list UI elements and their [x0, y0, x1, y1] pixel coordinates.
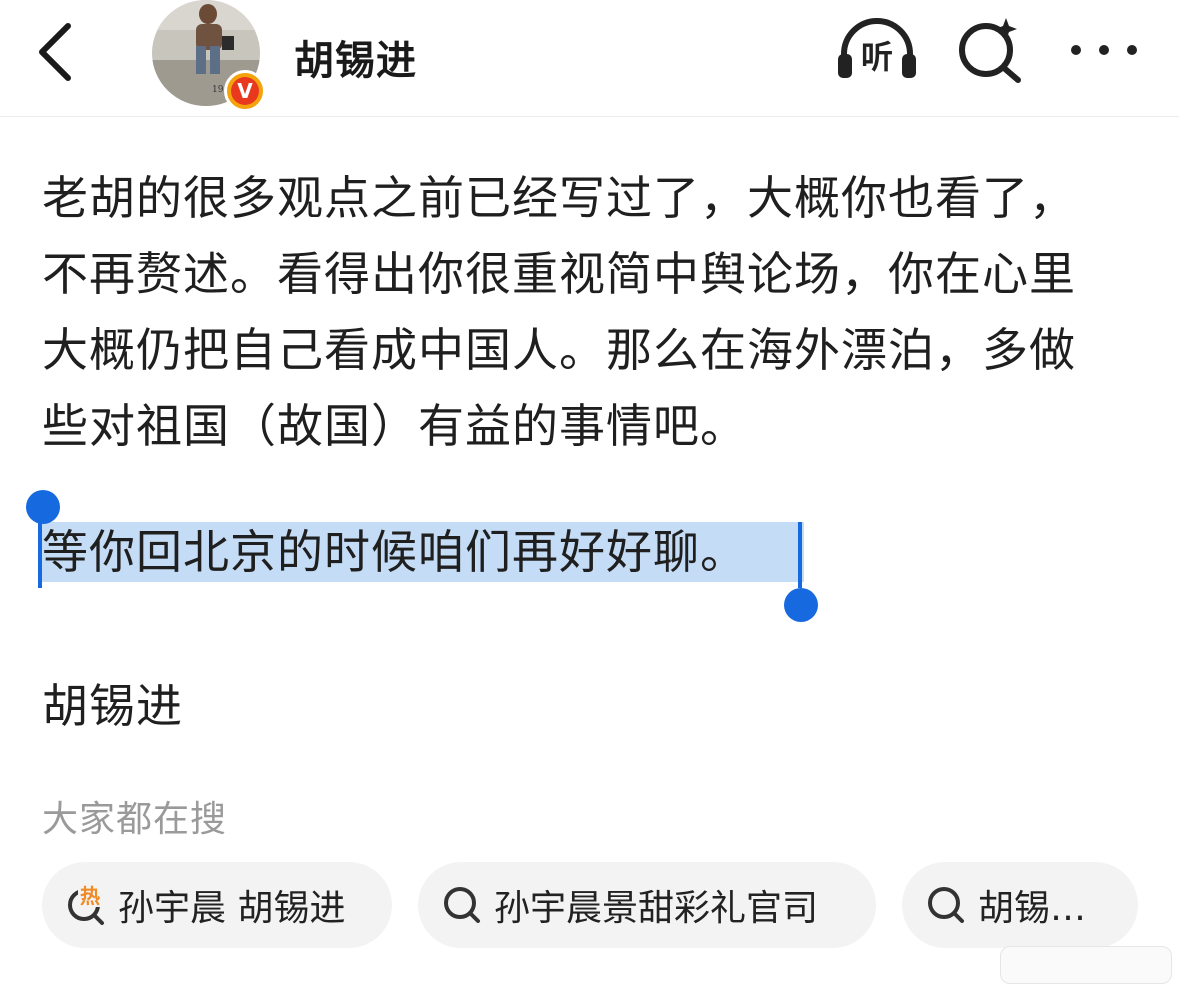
selection-handle-start[interactable]	[26, 490, 60, 524]
listen-label: 听	[860, 38, 893, 76]
listen-button[interactable]: 听	[834, 14, 920, 84]
top-bar: 19 V 胡锡进 听	[0, 0, 1179, 117]
trending-chip[interactable]: 胡锡…	[902, 862, 1138, 948]
hot-search-icon: 热	[68, 883, 104, 925]
page-title: 胡锡进	[294, 38, 417, 84]
selection-caret-end[interactable]	[798, 522, 802, 588]
search-icon	[928, 887, 964, 923]
text-selection[interactable]: 等你回北京的时候咱们再好好聊。	[26, 490, 830, 622]
bottom-handle	[1000, 946, 1172, 984]
trending-label: 大家都在搜	[42, 799, 228, 840]
trending-chip-label: 胡锡…	[978, 888, 1087, 929]
avatar-caption: 19	[212, 85, 224, 95]
more-options-icon[interactable]	[1068, 30, 1140, 70]
search-sparkle-icon[interactable]	[956, 16, 1024, 84]
selected-text[interactable]: 等你回北京的时候咱们再好好聊。	[40, 522, 804, 582]
back-arrow-icon[interactable]	[30, 20, 82, 84]
svg-text:热: 热	[80, 884, 100, 908]
trending-chip-label: 孙宇晨景甜彩礼官司	[494, 888, 819, 929]
trending-chip[interactable]: 热 孙宇晨 胡锡进	[42, 862, 392, 948]
avatar[interactable]: 19 V	[152, 0, 272, 112]
verified-badge-icon: V	[224, 70, 266, 112]
selection-caret-start[interactable]	[38, 522, 42, 588]
trending-chip[interactable]: 孙宇晨景甜彩礼官司	[418, 862, 876, 948]
search-icon	[444, 887, 480, 923]
post-body: 老胡的很多观点之前已经写过了，大概你也看了，不再赘述。看得出你很重视简中舆论场，…	[42, 160, 1122, 464]
selection-handle-end[interactable]	[784, 588, 818, 622]
post-paragraph: 老胡的很多观点之前已经写过了，大概你也看了，不再赘述。看得出你很重视简中舆论场，…	[42, 171, 1076, 453]
trending-chip-label: 孙宇晨 胡锡进	[118, 888, 346, 929]
post-signature: 胡锡进	[42, 679, 183, 733]
